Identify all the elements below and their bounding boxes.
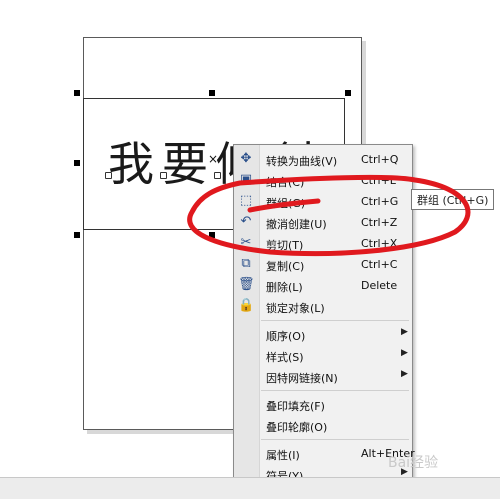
copy-icon: ⧉: [241, 256, 251, 271]
menu-item-properties[interactable]: 属性(I) Alt+Enter: [234, 443, 415, 463]
menu-item-group[interactable]: ⬚ 群组(G) Ctrl+G: [234, 191, 412, 211]
menu-item-undo-create[interactable]: ↶ 撤消创建(U) Ctrl+Z: [234, 212, 412, 232]
lock-icon: 🔒: [238, 298, 255, 313]
combine-icon: ▣: [239, 172, 253, 187]
submenu-arrow-icon: ▶: [401, 348, 408, 358]
submenu-arrow-icon: ▶: [401, 327, 408, 337]
scissors-icon: ✂: [240, 235, 252, 250]
menu-item-delete[interactable]: 🗑 删除(L) Delete: [234, 275, 412, 295]
trash-icon: 🗑: [238, 277, 255, 292]
menu-separator: [261, 320, 409, 321]
watermark: Bai经验: [388, 455, 439, 471]
selection-handle-top-center[interactable]: [209, 90, 215, 96]
tooltip: 群组 (Ctrl+G): [411, 189, 495, 210]
menu-item-combine[interactable]: ▣ 结合(C) Ctrl+L: [234, 170, 412, 190]
context-menu: ✥ 转换为曲线(V) Ctrl+Q ▣ 结合(C) Ctrl+L ⬚ 群组(G)…: [233, 144, 415, 486]
status-bar: [0, 477, 500, 499]
menu-item-styles[interactable]: 样式(S) ▶: [234, 345, 412, 365]
text-node[interactable]: [105, 172, 112, 179]
menu-item-copy[interactable]: ⧉ 复制(C) Ctrl+C: [234, 254, 412, 274]
menu-item-order[interactable]: 顺序(O) ▶: [234, 324, 412, 344]
menu-item-lock-object[interactable]: 🔒 锁定对象(L): [234, 296, 412, 316]
menu-item-cut[interactable]: ✂ 剪切(T) Ctrl+X: [234, 233, 412, 253]
selection-handle-bottom-center[interactable]: [209, 232, 215, 238]
center-x-marker: ×: [208, 152, 219, 166]
menu-item-convert-to-curves[interactable]: ✥ 转换为曲线(V) Ctrl+Q: [234, 149, 412, 169]
menu-separator: [261, 390, 409, 391]
text-node[interactable]: [214, 172, 221, 179]
selection-handle-top-left[interactable]: [74, 90, 80, 96]
menu-separator: [261, 439, 409, 440]
submenu-arrow-icon: ▶: [401, 369, 408, 379]
menu-item-internet-link[interactable]: 因特网链接(N) ▶: [234, 366, 412, 386]
shape-curve-icon: ✥: [240, 151, 252, 166]
selection-handle-top-right[interactable]: [345, 90, 351, 96]
menu-item-overprint-fill[interactable]: 叠印填充(F): [234, 394, 412, 414]
selection-handle-bottom-left[interactable]: [74, 232, 80, 238]
group-icon: ⬚: [239, 193, 253, 208]
menu-item-overprint-outline[interactable]: 叠印轮廓(O): [234, 415, 412, 435]
undo-icon: ↶: [240, 214, 252, 229]
text-node[interactable]: [160, 172, 167, 179]
selection-handle-middle-left[interactable]: [74, 160, 80, 166]
